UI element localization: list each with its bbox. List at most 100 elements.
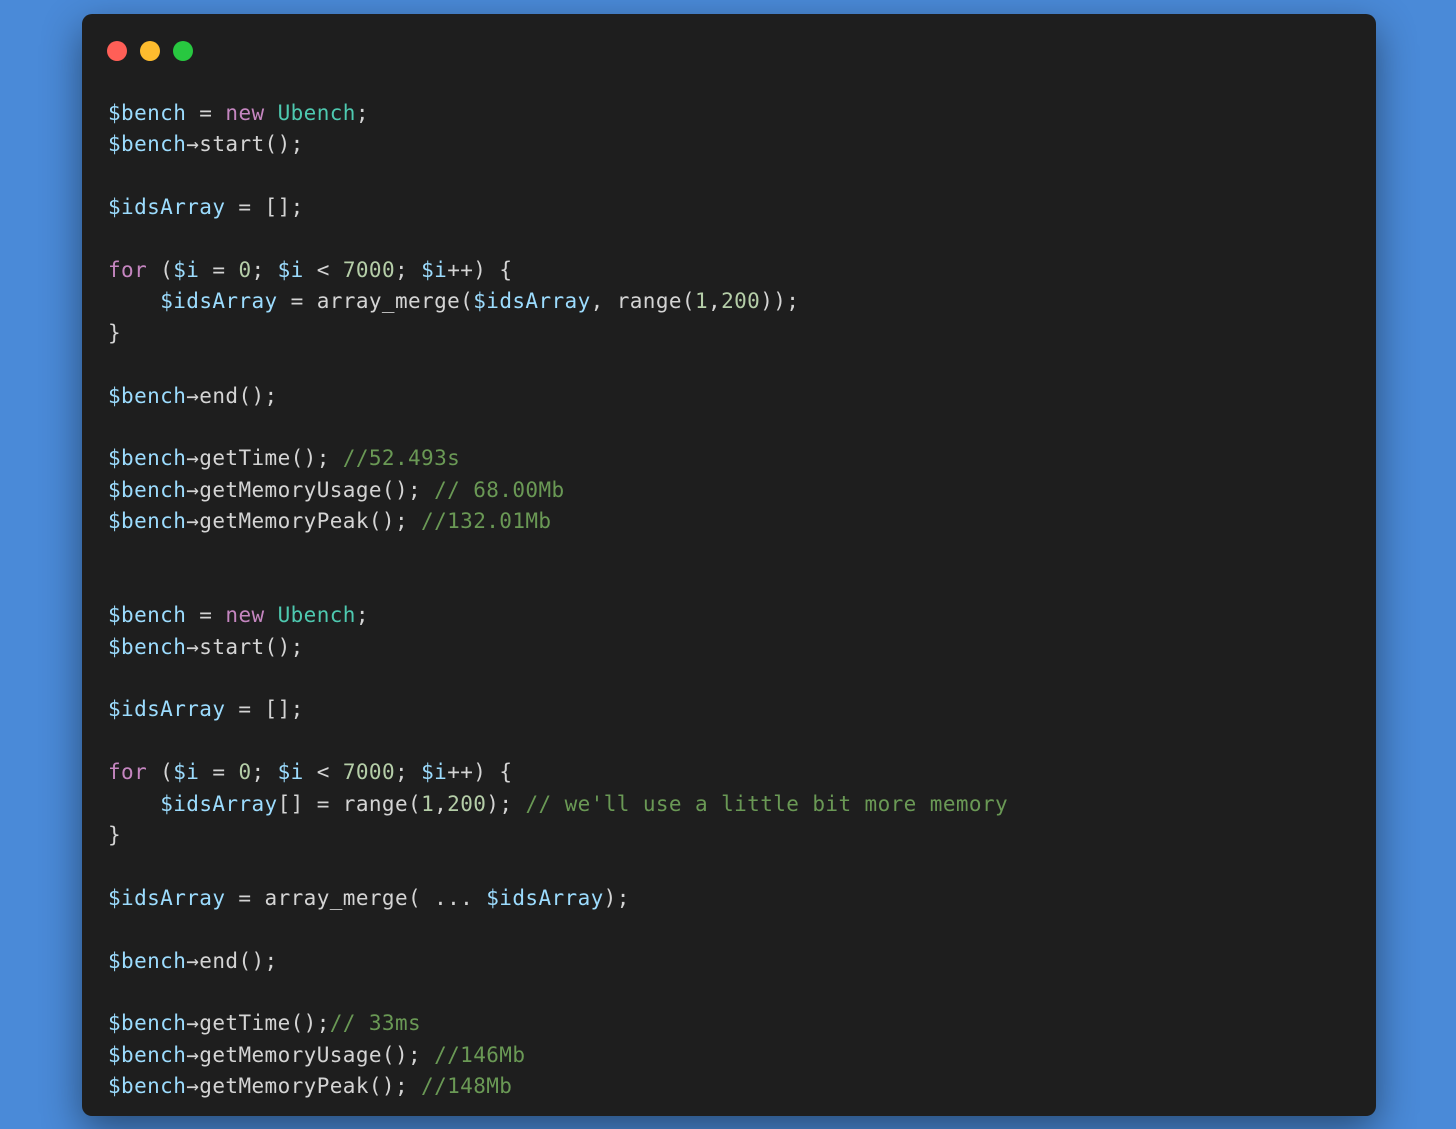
- code-token: $idsArray: [160, 289, 278, 314]
- code-token: = array_merge( ...: [225, 885, 487, 910]
- code-token: = [];: [225, 195, 304, 220]
- code-token: // 68.00Mb: [434, 477, 565, 502]
- code-line: $bench→end();: [108, 381, 1348, 412]
- code-token: →end();: [186, 948, 278, 973]
- code-line: $bench→end();: [108, 946, 1348, 977]
- code-token: 7000: [342, 257, 396, 282]
- code-token: ;: [395, 257, 422, 282]
- code-line: $idsArray = [];: [108, 192, 1348, 223]
- code-line: $bench = new Ubench;: [108, 98, 1348, 129]
- code-line: $bench→start();: [108, 632, 1348, 663]
- code-token: ;: [355, 603, 369, 628]
- code-token: $bench: [108, 383, 187, 408]
- code-token: 200: [447, 791, 487, 816]
- zoom-dot-icon[interactable]: [173, 41, 193, 61]
- code-token: //132.01Mb: [421, 509, 552, 534]
- code-token: //148Mb: [421, 1074, 513, 1099]
- code-token: 200: [721, 289, 761, 314]
- code-token: // we'll use a little bit more memory: [525, 791, 1009, 816]
- code-token: $i: [173, 257, 200, 282]
- code-block: $bench = new Ubench; $bench→start(); $idsA…: [108, 98, 1348, 1103]
- code-token: for: [108, 257, 148, 282]
- code-line: $bench→getMemoryUsage(); // 68.00Mb: [108, 475, 1348, 506]
- code-token: (: [147, 760, 174, 785]
- code-line: $idsArray = array_merge($idsArray, range…: [108, 286, 1348, 317]
- code-token: $bench: [108, 477, 187, 502]
- code-token: (: [147, 257, 174, 282]
- code-token: $bench: [108, 1042, 187, 1067]
- code-token: =: [186, 603, 226, 628]
- code-token: for: [108, 760, 148, 785]
- code-token: $bench: [108, 948, 187, 973]
- code-token: new: [225, 101, 265, 125]
- code-token: Ubench: [277, 603, 356, 628]
- code-token: ;: [251, 257, 278, 282]
- code-token: 7000: [342, 760, 396, 785]
- code-token: [] = range(: [277, 791, 422, 816]
- code-token: $i: [277, 760, 304, 785]
- code-token: ++) {: [447, 257, 513, 282]
- code-token: Ubench: [277, 101, 356, 125]
- code-token: , range(: [590, 289, 695, 314]
- code-token: $bench: [108, 132, 187, 157]
- code-line: for ($i = 0; $i < 7000; $i++) {: [108, 757, 1348, 788]
- code-token: →end();: [186, 383, 278, 408]
- code-token: →getMemoryPeak();: [186, 509, 422, 534]
- code-token: );: [603, 885, 630, 910]
- code-token: );: [486, 791, 526, 816]
- code-line: $idsArray = array_merge( ... $idsArray);: [108, 883, 1348, 914]
- code-token: $i: [173, 760, 200, 785]
- code-token: ,: [434, 791, 448, 816]
- code-token: =: [186, 101, 226, 125]
- code-token: 0: [238, 257, 252, 282]
- code-line: $idsArray = [];: [108, 694, 1348, 725]
- code-line: $bench→getMemoryUsage(); //146Mb: [108, 1040, 1348, 1071]
- code-token: =: [199, 760, 239, 785]
- code-token: ;: [251, 760, 278, 785]
- code-token: = array_merge(: [277, 289, 474, 314]
- code-token: $i: [421, 257, 448, 282]
- code-token: $bench: [108, 446, 187, 471]
- code-token: $bench: [108, 634, 187, 659]
- code-token: //146Mb: [434, 1042, 526, 1067]
- code-line: for ($i = 0; $i < 7000; $i++) {: [108, 255, 1348, 286]
- code-token: $idsArray: [160, 791, 278, 816]
- code-token: }: [108, 320, 122, 345]
- code-line: $bench = new Ubench;: [108, 600, 1348, 631]
- minimize-dot-icon[interactable]: [140, 41, 160, 61]
- code-token: // 33ms: [329, 1011, 422, 1036]
- code-token: = [];: [225, 697, 304, 722]
- code-token: $i: [421, 760, 448, 785]
- code-line: $idsArray[] = range(1,200); // we'll use…: [108, 789, 1348, 820]
- code-token: →getTime();: [186, 1011, 330, 1036]
- code-token: ;: [355, 101, 369, 125]
- code-token: =: [199, 257, 239, 282]
- code-token: $i: [277, 257, 304, 282]
- code-token: }: [108, 822, 122, 847]
- code-token: $bench: [108, 1011, 187, 1036]
- code-line: $bench→start();: [108, 129, 1348, 160]
- code-line: $bench→getMemoryPeak(); //132.01Mb: [108, 506, 1348, 537]
- code-token: <: [303, 257, 343, 282]
- window-controls: [107, 41, 193, 61]
- code-token: $bench: [108, 603, 187, 628]
- code-token: $bench: [108, 1074, 187, 1099]
- code-token: $idsArray: [473, 289, 591, 314]
- code-token: $idsArray: [108, 697, 226, 722]
- code-line: $bench→getTime(); //52.493s: [108, 443, 1348, 474]
- code-token: new: [225, 603, 265, 628]
- code-token: $idsArray: [108, 195, 226, 220]
- code-token: $bench: [108, 509, 187, 534]
- close-dot-icon[interactable]: [107, 41, 127, 61]
